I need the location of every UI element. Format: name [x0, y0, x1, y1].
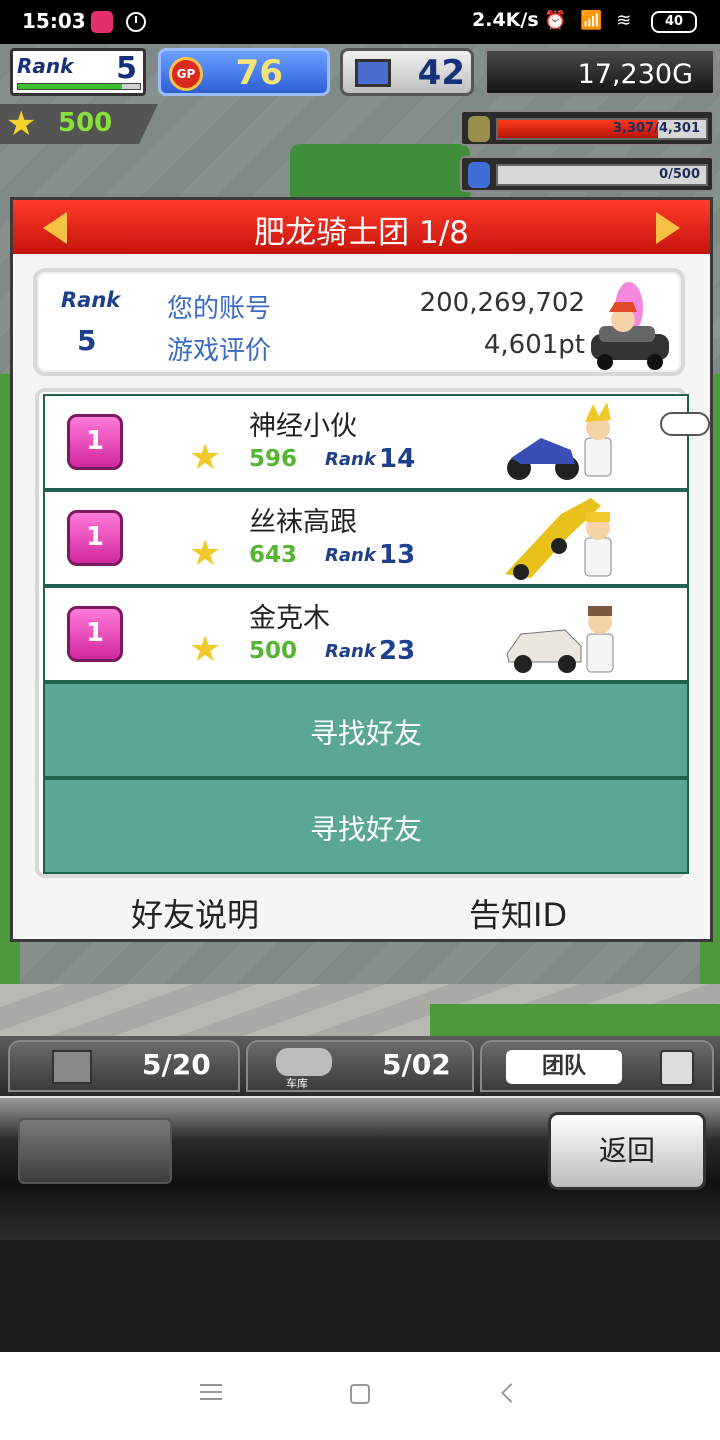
rank-value: 5 [116, 51, 137, 86]
panel-header: 肥龙骑士团 1/8 [13, 200, 710, 254]
friend-row[interactable]: 1 丝袜高跟 ★ 643 Rank 13 [45, 492, 687, 584]
computer-icon [355, 59, 391, 87]
rank-label: Rank [17, 54, 74, 78]
friend-level-badge: 1 [67, 606, 123, 662]
friend-star-icon: ★ [189, 533, 222, 574]
friend-name: 丝袜高跟 [249, 507, 357, 538]
friend-rank-value: 13 [379, 540, 416, 570]
bottom-status-bar: 5/20 车库 5/02 团队 [0, 1036, 720, 1096]
crate-icon [52, 1050, 92, 1084]
account-rank-label: Rank [61, 288, 121, 312]
friend-row[interactable]: 1 神经小伙 ★ 596 Rank 14 [45, 396, 687, 488]
status-bar: 15:03 2.4K/s ⏰ 📶 ≋ 40 [0, 0, 720, 44]
fuel-track: 3,307/4,301 [496, 118, 708, 140]
menu-icon[interactable] [200, 1384, 222, 1400]
friend-rank-value: 23 [379, 636, 416, 666]
battery-icon: 40 [651, 11, 697, 33]
friend-level-badge: 1 [67, 414, 123, 470]
signal-wifi-icons: ⏰ 📶 ≋ [544, 10, 636, 31]
gp-icon: GP [169, 57, 203, 91]
friends-panel: 肥龙骑士团 1/8 Rank 5 您的账号 200,269,702 游戏评价 4… [10, 197, 713, 942]
team-label: 团队 [506, 1050, 622, 1084]
friend-formula-car-avatar-icon [505, 498, 612, 580]
rating-value: 4,601pt [483, 330, 585, 360]
fuel-text: 3,307/4,301 [613, 121, 700, 136]
account-info: Rank 5 您的账号 200,269,702 游戏评价 4,601pt [33, 268, 685, 376]
research-value: 42 [417, 53, 465, 93]
garage-count: 5/02 [382, 1048, 451, 1081]
water-text: 0/500 [659, 167, 700, 182]
find-friend-label: 寻找好友 [309, 717, 422, 750]
find-friend-label: 寻找好友 [309, 813, 422, 846]
friend-name: 金克木 [249, 603, 330, 634]
empty-slot [18, 1118, 172, 1184]
system-nav-bar [0, 1352, 720, 1440]
friend-motorbike-avatar-icon [507, 402, 612, 480]
friend-convertible-avatar-icon [506, 606, 614, 673]
friend-score: 643 [249, 542, 298, 568]
hud-gp[interactable]: GP 76 [158, 48, 330, 96]
account-rank-value: 5 [77, 324, 97, 357]
driver-face-icon [660, 1050, 694, 1086]
hud-stars: ★ 500 [0, 104, 158, 144]
parts-count: 5/20 [142, 1048, 211, 1081]
friend-help-button[interactable]: 好友说明 [131, 890, 259, 936]
hud-research[interactable]: 42 [340, 48, 474, 96]
network-speed: 2.4K/s [472, 9, 539, 31]
friend-rank-value: 14 [379, 444, 416, 474]
friend-star-icon: ★ [189, 629, 222, 670]
friend-rank-label: Rank [325, 449, 376, 470]
money-value: 17,230G [577, 59, 693, 90]
hud-money: 17,230G [484, 48, 716, 96]
next-page-arrow-icon[interactable] [656, 212, 680, 244]
rank-progress-bar [17, 83, 141, 90]
parts-storage[interactable]: 5/20 [8, 1040, 240, 1092]
account-id-label: 您的账号 [167, 294, 272, 324]
friend-star-icon: ★ [189, 437, 222, 478]
friend-score: 596 [249, 446, 298, 472]
fuel-gauge: 3,307/4,301 [460, 110, 714, 146]
garage[interactable]: 车库 5/02 [246, 1040, 474, 1092]
friend-level-badge: 1 [67, 510, 123, 566]
find-friend-button[interactable]: 寻找好友 [45, 684, 687, 776]
control-area: 返回 [0, 1096, 720, 1240]
empty-area [0, 1240, 720, 1352]
back-button[interactable]: 返回 [548, 1112, 706, 1190]
app-notification-icon [91, 11, 113, 33]
friend-name: 神经小伙 [249, 411, 357, 442]
friend-score: 500 [249, 638, 298, 664]
stars-value: 500 [58, 108, 113, 138]
home-icon[interactable] [350, 1384, 370, 1404]
friend-rank-label: Rank [325, 641, 376, 662]
rank-progress-fill [18, 84, 122, 89]
find-friend-button[interactable]: 寻找好友 [45, 780, 687, 872]
back-arrow-icon[interactable] [501, 1383, 521, 1403]
share-id-button[interactable]: 告知ID [469, 890, 567, 936]
fuel-barrel-icon [468, 116, 490, 142]
pointing-hand-icon [660, 412, 710, 436]
water-bottle-icon [468, 162, 490, 188]
garage-label: 车库 [286, 1077, 308, 1090]
car-icon [276, 1048, 332, 1076]
account-id-value: 200,269,702 [419, 288, 585, 318]
star-icon: ★ [6, 104, 37, 144]
hud-rank: Rank 5 [10, 48, 146, 96]
water-gauge: 0/500 [460, 156, 714, 192]
gp-value: 76 [235, 53, 283, 93]
team-tab[interactable]: 团队 [480, 1040, 714, 1092]
friend-rank-label: Rank [325, 545, 376, 566]
friend-list: 1 神经小伙 ★ 596 Rank 14 1 丝袜高跟 ★ 643 Rank 1… [43, 394, 689, 874]
status-time: 15:03 [22, 9, 86, 33]
water-track: 0/500 [496, 164, 708, 186]
timer-icon [126, 12, 146, 32]
friend-row[interactable]: 1 金克木 ★ 500 Rank 23 [45, 588, 687, 680]
rating-label: 游戏评价 [167, 336, 272, 366]
panel-title: 肥龙骑士团 1/8 [254, 215, 469, 251]
player-car-avatar-icon [591, 282, 669, 370]
friend-list-frame: 1 神经小伙 ★ 596 Rank 14 1 丝袜高跟 ★ 643 Rank 1… [35, 388, 689, 878]
